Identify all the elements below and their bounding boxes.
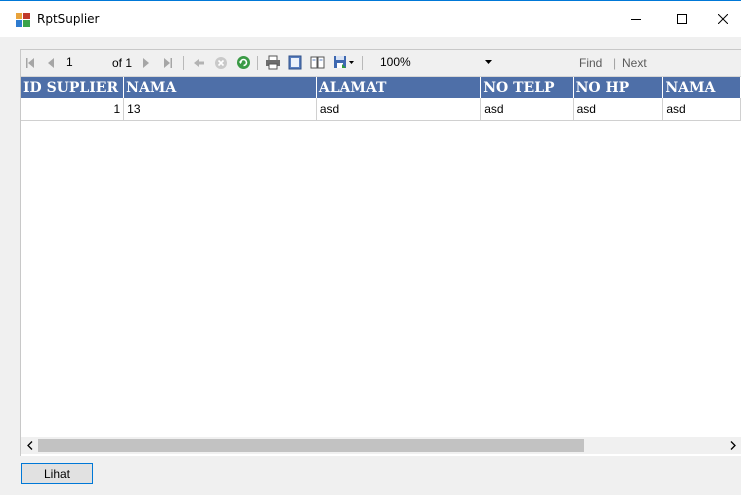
lihat-button[interactable]: Lihat xyxy=(21,463,93,484)
back-arrow-icon xyxy=(194,58,204,67)
cell-nama: 13 xyxy=(123,98,317,121)
cell-alamat: asd xyxy=(316,98,482,121)
toolbar-separator xyxy=(362,56,363,70)
cell-no-telp: asd xyxy=(480,98,574,121)
next-page-icon xyxy=(143,57,149,68)
app-icon xyxy=(16,13,30,27)
scrollbar-thumb[interactable] xyxy=(38,439,584,452)
last-page-icon xyxy=(164,57,172,68)
column-header-no-telp: NO TELP xyxy=(480,77,574,98)
scroll-right-button[interactable] xyxy=(724,437,741,454)
page-setup-button[interactable] xyxy=(310,54,326,71)
refresh-button[interactable] xyxy=(236,54,251,71)
refresh-icon xyxy=(237,56,250,69)
page-setup-icon xyxy=(310,56,325,69)
maximize-icon xyxy=(677,14,687,24)
report-table: ID SUPLIER NAMA ALAMAT NO TELP NO HP NAM… xyxy=(21,77,741,121)
chevron-down-icon xyxy=(485,60,492,64)
print-layout-icon xyxy=(288,55,302,70)
back-button[interactable] xyxy=(193,54,205,71)
report-canvas: ID SUPLIER NAMA ALAMAT NO TELP NO HP NAM… xyxy=(21,77,741,437)
chevron-right-icon xyxy=(730,441,736,450)
print-layout-button[interactable] xyxy=(288,54,302,71)
chevron-left-icon xyxy=(26,441,32,450)
horizontal-scrollbar[interactable] xyxy=(21,437,741,454)
print-button[interactable] xyxy=(265,54,281,71)
title-bar: RptSuplier xyxy=(0,1,741,37)
close-icon xyxy=(718,14,728,24)
window-title: RptSuplier xyxy=(37,12,100,26)
find-next-separator: | xyxy=(613,56,617,70)
column-header-alamat: ALAMAT xyxy=(316,77,482,98)
table-row: 1 13 asd asd asd asd xyxy=(21,98,741,121)
toolbar-separator xyxy=(183,56,184,70)
report-viewer: of 1 xyxy=(20,49,741,456)
column-header-nama-2: NAMA xyxy=(662,77,741,98)
export-button[interactable] xyxy=(333,54,355,71)
page-count-label: of 1 xyxy=(112,56,133,70)
column-header-id-suplier: ID SUPLIER xyxy=(21,77,125,98)
zoom-select[interactable]: 100% xyxy=(376,54,494,71)
maximize-button[interactable] xyxy=(659,1,705,37)
save-export-icon xyxy=(334,56,354,68)
first-page-button[interactable] xyxy=(25,54,35,71)
next-link[interactable]: Next xyxy=(622,56,647,70)
zoom-value: 100% xyxy=(380,55,411,69)
report-header-row: ID SUPLIER NAMA ALAMAT NO TELP NO HP NAM… xyxy=(21,77,741,98)
current-page-input[interactable] xyxy=(66,54,106,70)
close-button[interactable] xyxy=(705,1,741,37)
column-header-no-hp: NO HP xyxy=(573,77,664,98)
minimize-icon xyxy=(631,19,641,20)
previous-page-button[interactable] xyxy=(47,54,55,71)
cell-no-hp: asd xyxy=(573,98,664,121)
previous-page-icon xyxy=(48,57,54,68)
report-window: RptSuplier of 1 xyxy=(0,0,741,495)
print-icon xyxy=(266,55,280,70)
next-page-button[interactable] xyxy=(142,54,150,71)
find-input[interactable] xyxy=(502,54,578,72)
report-toolbar: of 1 xyxy=(21,50,741,77)
last-page-button[interactable] xyxy=(163,54,173,71)
cell-id-suplier: 1 xyxy=(21,98,125,121)
cell-nama-2: asd xyxy=(662,98,741,121)
stop-icon xyxy=(215,56,227,69)
scroll-left-button[interactable] xyxy=(21,437,38,454)
toolbar-separator xyxy=(257,56,258,70)
stop-button[interactable] xyxy=(214,54,228,71)
column-header-nama: NAMA xyxy=(123,77,317,98)
find-link[interactable]: Find xyxy=(579,56,602,70)
first-page-icon xyxy=(26,57,34,68)
minimize-button[interactable] xyxy=(613,1,659,37)
